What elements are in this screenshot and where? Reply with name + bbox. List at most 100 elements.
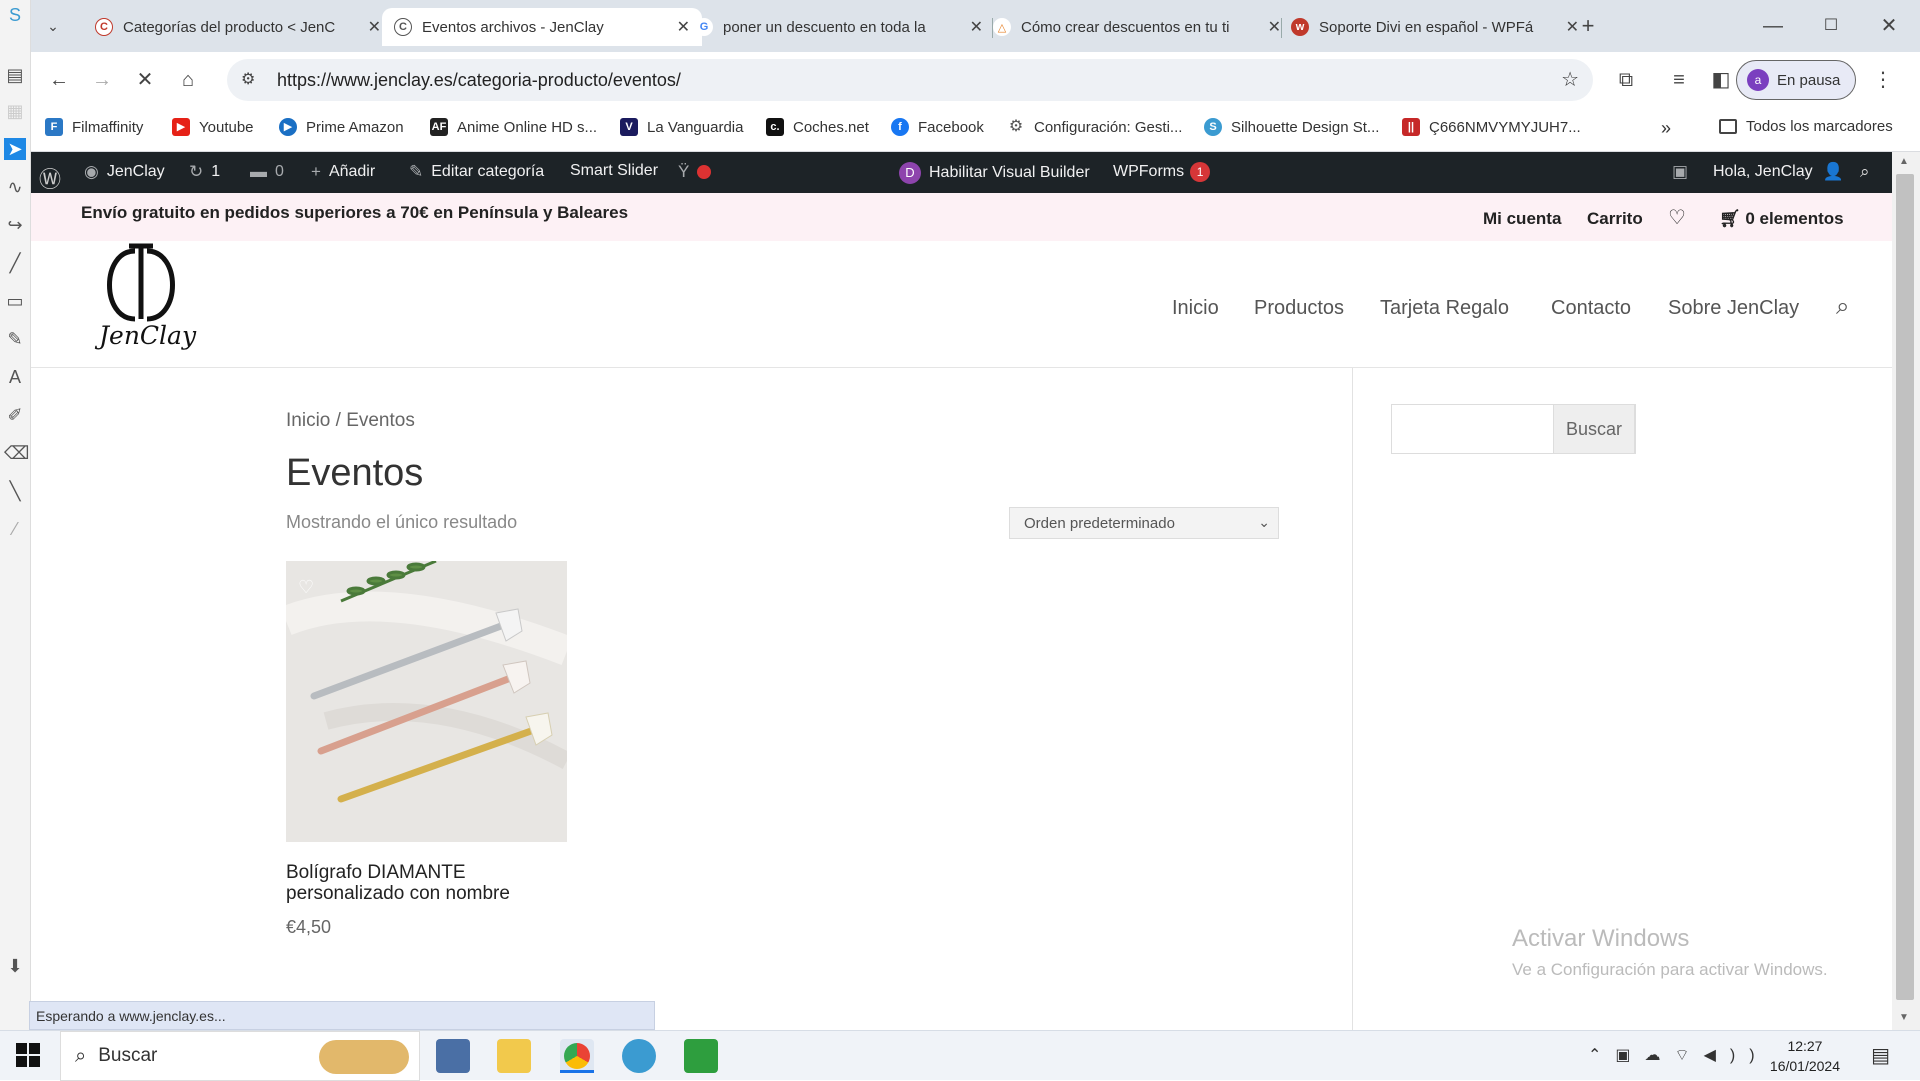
silhouette-taskbar-icon[interactable] — [622, 1039, 656, 1073]
taskbar-app-icon[interactable] — [436, 1039, 470, 1073]
shipping-notice: Envío gratuito en pedidos superiores a 7… — [81, 203, 629, 222]
scroll-down-icon[interactable]: ▼ — [1899, 1012, 1909, 1023]
edit-icon[interactable]: ✐ — [4, 404, 26, 426]
header-search-icon[interactable]: ⌕ — [1836, 293, 1849, 321]
line-icon[interactable]: ╱ — [4, 252, 26, 274]
close-tab-icon[interactable]: ✕ — [368, 17, 381, 37]
nav-tarjeta-regalo[interactable]: Tarjeta Regalo — [1380, 297, 1509, 320]
bookmark-c666[interactable]: || Ç666NMVYMYJUH7... — [1402, 118, 1581, 136]
eraser-icon[interactable]: ⌫ — [4, 442, 29, 464]
admin-site-name[interactable]: ◉ JenClay — [84, 162, 165, 182]
minimize-icon[interactable]: — — [1759, 12, 1787, 40]
wishlist-heart-icon[interactable]: ♡ — [1668, 205, 1686, 230]
admin-wpforms[interactable]: WPForms 1 — [1113, 162, 1211, 182]
tab-eventos-active[interactable]: C Eventos archivos - JenClay ✕ — [382, 8, 702, 46]
admin-yoast[interactable]: Ÿ — [678, 162, 712, 182]
new-tab-button[interactable]: + — [1574, 12, 1602, 40]
nav-contacto[interactable]: Contacto — [1551, 297, 1631, 320]
page-icon[interactable]: ▤ — [4, 64, 26, 86]
profile-button[interactable]: a En pausa — [1736, 60, 1856, 100]
download-icon[interactable]: ⬇ — [4, 955, 26, 977]
all-bookmarks-folder[interactable]: Todos los marcadores — [1719, 118, 1893, 135]
media-controls-icon[interactable]: ≡ — [1665, 66, 1693, 94]
taskbar-search-input[interactable]: ⌕ Buscar — [60, 1031, 420, 1081]
home-icon[interactable]: ⌂ — [174, 66, 202, 94]
wordpress-logo-icon[interactable]: Ⓦ — [39, 162, 69, 194]
side-panel-icon[interactable]: ◧ — [1707, 66, 1735, 94]
bookmark-silhouette[interactable]: S Silhouette Design St... — [1204, 118, 1379, 136]
bookmark-facebook[interactable]: f Facebook — [891, 118, 984, 136]
admin-my-account[interactable]: Hola, JenClay 👤 — [1713, 162, 1852, 182]
stop-loading-icon[interactable]: ✕ — [131, 66, 159, 94]
eyedropper-icon[interactable]: ⁄ — [4, 518, 26, 540]
more-bookmarks-icon[interactable]: » — [1661, 118, 1671, 139]
url-text[interactable]: https://www.jenclay.es/categoria-product… — [277, 70, 681, 91]
brush-icon[interactable]: ╲ — [4, 480, 26, 502]
admin-updates[interactable]: ↻ 1 — [189, 162, 220, 182]
taskbar-clock[interactable]: 12:27 16/01/2024 — [1770, 1036, 1840, 1076]
address-bar[interactable]: ⚙ https://www.jenclay.es/categoria-produ… — [227, 59, 1593, 101]
tab-search-chevron-icon[interactable]: ⌄ — [39, 12, 67, 40]
extensions-icon[interactable]: ⧉ — [1612, 66, 1640, 94]
bookmark-anime-online[interactable]: AF Anime Online HD s... — [430, 118, 597, 136]
bookmark-coches-net[interactable]: c. Coches.net — [766, 118, 869, 136]
orderby-select[interactable]: Orden predeterminado ⌄ — [1009, 507, 1279, 539]
scrollbar-thumb[interactable] — [1896, 174, 1914, 1000]
select-arrow-icon[interactable]: ➤ — [4, 138, 26, 160]
wishlist-heart-icon[interactable]: ♡ — [298, 577, 314, 598]
scroll-up-icon[interactable]: ▲ — [1899, 156, 1909, 167]
admin-comments[interactable]: ▬ 0 — [250, 162, 284, 182]
forward-arrow-icon[interactable]: → — [88, 66, 116, 94]
tab-categorias[interactable]: C Categorías del producto < JenC ✕ — [83, 8, 393, 46]
mini-cart[interactable]: 🛒︎ 0 elementos — [1719, 209, 1844, 229]
windows-start-icon[interactable] — [16, 1043, 40, 1067]
more-menu-icon[interactable]: ⋮ — [1869, 66, 1897, 94]
maximize-icon[interactable]: ☐ — [1817, 12, 1845, 40]
close-window-icon[interactable]: ✕ — [1875, 12, 1903, 40]
rectangle-icon[interactable]: ▭ — [4, 290, 26, 312]
profile-status: En pausa — [1777, 71, 1841, 89]
page-scrollbar[interactable]: ▲ ▼ — [1892, 152, 1920, 1030]
curve-icon[interactable]: ↪ — [4, 214, 26, 236]
admin-edit-category[interactable]: ✎ Editar categoría — [409, 162, 544, 182]
bookmark-configuracion[interactable]: ⚙ Configuración: Gesti... — [1007, 118, 1182, 136]
site-info-icon[interactable]: ⚙ — [241, 69, 255, 89]
sidebar-search-button[interactable]: Buscar — [1553, 404, 1635, 454]
back-arrow-icon[interactable]: ← — [45, 66, 73, 94]
page-title: Eventos — [286, 452, 424, 494]
spreadsheet-taskbar-icon[interactable] — [684, 1039, 718, 1073]
file-explorer-icon[interactable] — [497, 1039, 531, 1073]
bookmark-prime-amazon[interactable]: ▶ Prime Amazon — [279, 118, 404, 136]
browser-toolbar: ← → ✕ ⌂ ⚙ https://www.jenclay.es/categor… — [31, 52, 1920, 108]
grid-icon[interactable]: ▦ — [4, 100, 26, 122]
search-icon: ⌕ — [75, 1044, 87, 1067]
tab-google-search[interactable]: G poner un descuento en toda la ✕ — [683, 8, 995, 46]
bookmark-filmaffinity[interactable]: F Filmaffinity — [45, 118, 143, 136]
bookmark-star-icon[interactable]: ☆ — [1561, 67, 1579, 92]
admin-notes-icon[interactable]: ▣ — [1672, 162, 1696, 182]
site-logo[interactable]: JenClay — [91, 241, 196, 363]
lasso-icon[interactable]: ∿ — [4, 176, 26, 198]
admin-visual-builder[interactable]: D Habilitar Visual Builder — [899, 162, 1090, 184]
admin-add-new[interactable]: + Añadir — [311, 162, 375, 182]
pencil-icon[interactable]: ✎ — [4, 328, 26, 350]
text-icon[interactable]: A — [4, 366, 26, 388]
bookmark-youtube[interactable]: ▶ Youtube — [172, 118, 254, 136]
admin-search-icon[interactable]: ⌕ — [1860, 162, 1878, 182]
bookmark-la-vanguardia[interactable]: V La Vanguardia — [620, 118, 743, 136]
nav-productos[interactable]: Productos — [1254, 297, 1344, 320]
cart-link[interactable]: Carrito — [1587, 209, 1643, 229]
product-image[interactable]: ♡ — [286, 561, 567, 842]
notifications-icon[interactable]: ▤ — [1871, 1043, 1890, 1068]
chrome-taskbar-icon[interactable] — [560, 1039, 594, 1073]
product-title[interactable]: Bolígrafo DIAMANTE personalizado con nom… — [286, 862, 566, 904]
wpfacil-favicon-icon: w — [1291, 18, 1309, 36]
my-account-link[interactable]: Mi cuenta — [1483, 209, 1561, 229]
breadcrumb[interactable]: Inicio / Eventos — [286, 410, 415, 432]
tab-soporte-divi[interactable]: w Soporte Divi en español - WPFá ✕ — [1279, 8, 1591, 46]
admin-smart-slider[interactable]: Smart Slider — [570, 162, 658, 180]
system-tray-icons[interactable]: ⌃▣☁⌔◀)) — [1588, 1045, 1769, 1065]
nav-sobre-jenclay[interactable]: Sobre JenClay — [1668, 297, 1799, 320]
tab-crear-descuentos[interactable]: △ Cómo crear descuentos en tu ti ✕ — [981, 8, 1293, 46]
nav-inicio[interactable]: Inicio — [1172, 297, 1219, 320]
